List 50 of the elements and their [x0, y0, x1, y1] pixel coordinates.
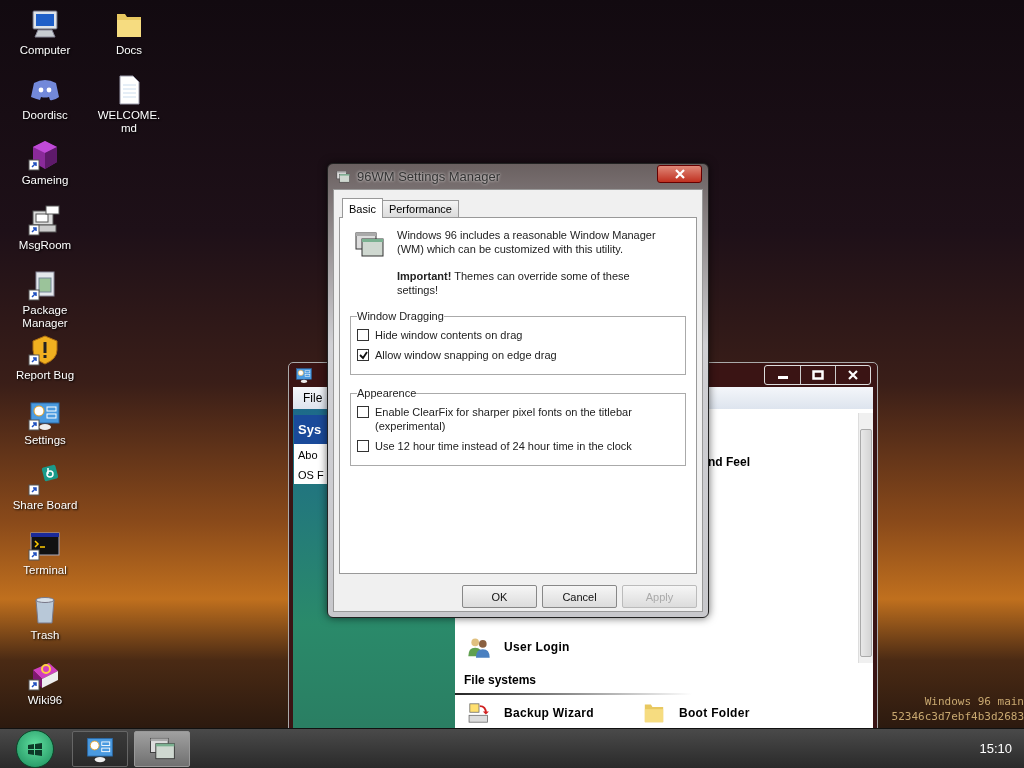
icon-label[interactable]: WELCOME. md — [97, 109, 161, 135]
icon-label[interactable]: Trash — [30, 629, 60, 642]
icon-label[interactable]: Terminal — [23, 564, 67, 577]
close-icon — [847, 370, 859, 380]
icon-label[interactable]: Settings — [24, 434, 66, 447]
checkbox[interactable] — [357, 440, 369, 452]
icon-label[interactable]: Share Board — [12, 499, 78, 512]
group-title: Appearence — [357, 387, 417, 399]
scrollbar[interactable] — [858, 413, 873, 663]
start-button[interactable] — [16, 729, 54, 768]
section-heading: File systems — [455, 661, 850, 695]
icon-label[interactable]: Docs — [115, 44, 143, 57]
backup-icon — [466, 700, 492, 726]
taskbar-button[interactable] — [134, 730, 190, 767]
windows-logo-icon — [26, 740, 44, 757]
item-label[interactable]: User Login — [504, 640, 570, 654]
close-button[interactable] — [657, 164, 702, 183]
checkbox-label[interactable]: Hide window contents on drag — [375, 328, 523, 342]
icon-label[interactable]: Computer — [19, 44, 71, 57]
maximize-icon — [812, 370, 824, 380]
icon-label[interactable]: Gameing — [21, 174, 69, 187]
icon-label[interactable]: MsgRoom — [18, 239, 72, 252]
taskbar-button[interactable] — [72, 730, 128, 767]
scrollbar-thumb[interactable] — [860, 429, 872, 657]
build-info-text: Windows 96 main — [923, 694, 1024, 709]
clock[interactable]: 15:10 — [979, 741, 1012, 756]
item-label[interactable]: nd Feel — [708, 455, 850, 633]
checkbox[interactable] — [357, 406, 369, 418]
push-button[interactable]: OK — [462, 585, 537, 608]
checkbox-label[interactable]: Allow window snapping on edge drag — [375, 348, 557, 362]
windows-icon — [335, 168, 351, 185]
intro-text: Windows 96 includes a reasonable Window Manager (WM) which can be customized with this utility. — [397, 228, 657, 256]
icon-label[interactable]: Report Bug — [15, 369, 75, 382]
control-panel-icon — [295, 366, 313, 384]
push-button[interactable]: Cancel — [542, 585, 617, 608]
checkbox[interactable] — [357, 329, 369, 341]
tab[interactable]: Performance — [381, 200, 459, 217]
item-label[interactable]: Backup Wizard — [504, 706, 594, 720]
note-text: Important! Themes can override some of these settings! — [397, 269, 631, 297]
icon-label[interactable]: Package Manager — [3, 304, 87, 330]
group-title: Window Dragging — [357, 310, 444, 322]
menu-item[interactable]: File — [299, 390, 327, 406]
tab[interactable]: Basic — [342, 198, 383, 218]
item-label[interactable]: Boot Folder — [679, 706, 750, 720]
icon-label[interactable]: Wiki96 — [27, 694, 63, 707]
window-title: 96WM Settings Manager — [357, 169, 501, 184]
close-icon — [673, 168, 686, 179]
build-info-text: 52346c3d7ebf4b3d2683 — [891, 709, 1024, 724]
checkbox[interactable] — [357, 349, 369, 361]
icon-label[interactable]: Doordisc — [22, 109, 68, 122]
